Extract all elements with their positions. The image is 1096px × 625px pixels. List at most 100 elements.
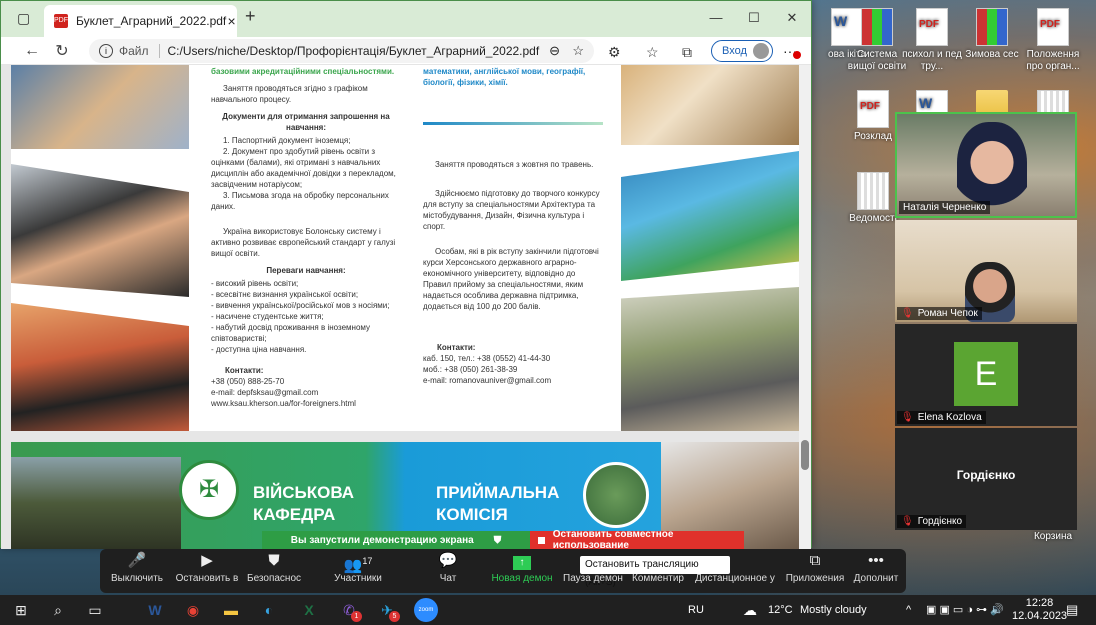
- toolbar-label: Дополнит: [853, 573, 899, 584]
- tab-pdf[interactable]: PDF Буклет_Аграрний_2022.pdf ×: [44, 5, 237, 37]
- edge-icon[interactable]: ◐: [256, 598, 282, 622]
- weather-text[interactable]: Mostly cloudy: [800, 595, 867, 625]
- col1-schedule: Заняття проводяться згідно з графіком на…: [211, 84, 368, 104]
- close-tab-icon[interactable]: ×: [226, 13, 237, 29]
- apps-button[interactable]: ⧉ Приложения: [784, 549, 846, 593]
- maximize-button[interactable]: ☐: [735, 1, 773, 37]
- desktop-icon-label: Ведомості: [849, 213, 897, 224]
- pause-share-button[interactable]: Пауза демон: [562, 549, 624, 593]
- close-window-button[interactable]: ✕: [773, 1, 811, 37]
- admissions-title-line: КОМІСІЯ: [436, 505, 508, 524]
- video-icon: ▶: [201, 552, 213, 569]
- search-icon[interactable]: ⌕: [45, 598, 71, 622]
- toolbar-label: Участники: [334, 573, 382, 584]
- participant-name-tag: 🎙 Гордієнко: [897, 515, 967, 528]
- desktop-icon[interactable]: Зимова сес: [957, 8, 1027, 61]
- shield-icon: ⛊: [493, 534, 502, 546]
- security-button[interactable]: ⛊ Безопаснос: [246, 549, 302, 593]
- stop-share-button[interactable]: Остановить совместное использование: [530, 529, 744, 551]
- windows-start-icon[interactable]: ⊞: [8, 598, 34, 622]
- col2-creative: Здійснюємо підготовку до творчого конкур…: [423, 189, 600, 231]
- participant-video[interactable]: Наталія Черненко: [895, 112, 1077, 218]
- toolbar-label: Остановить в: [175, 573, 239, 584]
- avatar: [752, 43, 769, 59]
- more-button[interactable]: ••• Дополнит: [850, 549, 902, 593]
- excel-icon[interactable]: X: [296, 598, 322, 622]
- sign-in-label: Вход: [722, 45, 747, 57]
- participants-button[interactable]: 👥17 Участники: [330, 549, 386, 593]
- advantage-item: - високий рівень освіти;: [211, 279, 299, 288]
- military-title: ВІЙСЬКОВА КАФЕДРА: [253, 482, 354, 526]
- new-share-button[interactable]: ↑ Новая демон: [490, 549, 554, 593]
- toolbar-label: Приложения: [785, 573, 845, 584]
- archive-icon: [976, 8, 1008, 46]
- favorites-icon[interactable]: ☆: [646, 44, 659, 61]
- col2-intro: математики, англійської мови, географії,…: [423, 67, 586, 87]
- participant-tile[interactable]: Гордієнко 🎙 Гордієнко: [895, 428, 1077, 530]
- mute-button[interactable]: 🎤 Выключить: [108, 549, 166, 593]
- zoom-app-icon[interactable]: zoom: [414, 598, 438, 622]
- contact-line: www.ksau.kherson.ua/for-foreigners.html: [211, 399, 356, 408]
- new-tab-button[interactable]: +: [245, 6, 256, 27]
- collections-icon[interactable]: ⧉: [682, 44, 692, 61]
- refresh-icon[interactable]: ↻: [47, 41, 77, 61]
- zoom-icon[interactable]: ⊖: [549, 43, 560, 59]
- extensions-icon[interactable]: ⚙: [608, 44, 621, 61]
- tray-icons[interactable]: ▣ ▣ ▭ ◑ ⊶ 🔊: [926, 595, 1004, 625]
- muted-mic-icon: 🎙: [901, 516, 914, 527]
- back-icon[interactable]: ←: [17, 42, 47, 60]
- contact-line: моб.: +38 (050) 261-38-39: [423, 365, 518, 374]
- scroll-thumb[interactable]: [801, 440, 809, 470]
- desktop-icon[interactable]: Положення про орган...: [1018, 8, 1088, 73]
- col2-schedule: Заняття проводяться з жовтня по травень.: [435, 160, 594, 169]
- remote-icon: [692, 549, 778, 573]
- admissions-title-line: ПРИЙМАЛЬНА: [436, 483, 560, 502]
- sharing-banner-text: Вы запустили демонстрацию экрана: [290, 534, 474, 546]
- stop-video-button[interactable]: ▶ Остановить в: [174, 549, 240, 593]
- participant-face: [957, 122, 1027, 212]
- favorite-icon[interactable]: ☆: [572, 43, 584, 59]
- minimize-button[interactable]: —: [697, 1, 735, 37]
- zoom-label: zoom: [418, 607, 434, 613]
- participant-video[interactable]: 🎙 Роман Чепок: [895, 220, 1077, 322]
- pdf-page: базовими акредитаційними спеціальностями…: [11, 65, 799, 431]
- column-right: математики, англійської мови, географії,…: [423, 66, 603, 386]
- telegram-icon[interactable]: ✈ 5: [374, 598, 400, 622]
- campus-photo: [583, 462, 649, 528]
- doc-item: 3. Письмова згода на обробку персональни…: [211, 191, 389, 211]
- tray-chevron-icon[interactable]: ^: [906, 595, 911, 625]
- chat-button[interactable]: 💬 Чат: [430, 549, 466, 593]
- notifications-icon[interactable]: ▤: [1066, 595, 1078, 625]
- tab-actions-icon[interactable]: ▢: [17, 10, 30, 27]
- pdf-file-icon: [857, 90, 889, 128]
- toolbar-label: Безопаснос: [247, 573, 301, 584]
- chrome-icon[interactable]: ◉: [180, 598, 206, 622]
- annotate-button[interactable]: Комментир: [628, 549, 688, 593]
- col1-intro: базовими акредитаційними спеціальностями…: [211, 67, 395, 76]
- url-field[interactable]: i Файл C:/Users/niche/Desktop/Профорієнт…: [89, 39, 594, 63]
- more-menu-icon[interactable]: ···: [783, 43, 801, 59]
- advantage-item: - насичене студентське життя;: [211, 312, 324, 321]
- team-photo: [621, 151, 799, 281]
- viber-icon[interactable]: ✆ 1: [336, 598, 362, 622]
- address-bar: ← ↻ i Файл C:/Users/niche/Desktop/Профор…: [1, 37, 811, 65]
- remote-control-button[interactable]: Дистанционное у: [692, 549, 778, 593]
- toolbar-label: Комментир: [632, 573, 684, 584]
- task-view-icon[interactable]: ▭: [82, 598, 108, 622]
- advantage-item: - набутий досвід проживання в іноземному…: [211, 323, 370, 343]
- pen-icon: [628, 549, 688, 573]
- info-icon[interactable]: i: [99, 44, 113, 58]
- col2-bonus: Особам, які в рік вступу закінчили підго…: [423, 247, 599, 311]
- toolbar-label: Выключить: [110, 573, 164, 584]
- scrollbar[interactable]: [799, 65, 811, 549]
- sign-in-button[interactable]: Вход: [711, 40, 773, 62]
- language-indicator[interactable]: RU: [688, 595, 704, 625]
- temperature[interactable]: 12°C: [768, 595, 793, 625]
- participants-count: 17: [362, 556, 373, 566]
- participant-tile[interactable]: E 🎙 Elena Kozlova: [895, 324, 1077, 426]
- word-icon[interactable]: W: [142, 598, 168, 622]
- file-explorer-icon[interactable]: ▬: [218, 598, 244, 622]
- desktop-icon-label: Розклад: [854, 131, 892, 142]
- clock[interactable]: 12:28 12.04.2023: [1012, 597, 1067, 625]
- pdf-viewer[interactable]: базовими акредитаційними спеціальностями…: [1, 65, 811, 549]
